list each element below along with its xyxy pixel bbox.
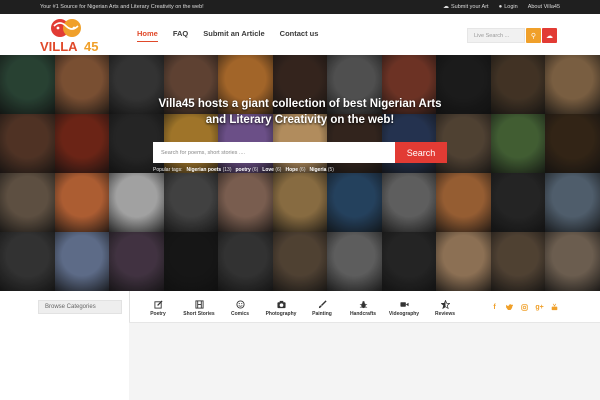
user-icon: ● bbox=[498, 3, 503, 10]
tag-link[interactable]: Hope (6) bbox=[285, 167, 305, 173]
facebook-icon[interactable]: f bbox=[491, 303, 498, 311]
tagline: Your #1 Source for Nigerian Arts and Lit… bbox=[40, 4, 204, 10]
social-links: f g+ bbox=[491, 303, 558, 311]
paintbrush-icon bbox=[316, 299, 328, 309]
pencil-square-icon bbox=[152, 299, 164, 309]
category-photography[interactable]: Photography bbox=[261, 299, 301, 317]
tag-link[interactable]: Love (6) bbox=[262, 167, 281, 173]
category-videography[interactable]: Videography bbox=[384, 299, 424, 317]
nav-submit-article[interactable]: Submit an Article bbox=[203, 29, 264, 42]
category-reviews[interactable]: Reviews bbox=[425, 299, 465, 317]
header-upload-button[interactable]: ☁ bbox=[542, 28, 557, 43]
category-painting[interactable]: Painting bbox=[302, 299, 342, 317]
svg-text:45: 45 bbox=[84, 39, 98, 54]
nav-contact[interactable]: Contact us bbox=[280, 29, 319, 42]
submit-art-link[interactable]: ☁ Submit your Art bbox=[442, 3, 489, 11]
youtube-icon[interactable] bbox=[551, 303, 558, 311]
hero-search-button[interactable]: Search bbox=[395, 142, 447, 163]
categories-section: Browse Categories Poetry Short Stories C… bbox=[0, 291, 600, 400]
cloud-upload-icon: ☁ bbox=[442, 4, 449, 10]
about-link[interactable]: About Villa45 bbox=[528, 3, 560, 10]
hero-banner: Villa45 hosts a giant collection of best… bbox=[0, 55, 600, 291]
category-handcrafts[interactable]: Handcrafts bbox=[343, 299, 383, 317]
login-link[interactable]: ● Login bbox=[499, 3, 518, 10]
nav-faq[interactable]: FAQ bbox=[173, 29, 188, 42]
google-plus-icon[interactable]: g+ bbox=[535, 303, 543, 311]
tag-link[interactable]: Nigeria (5) bbox=[310, 167, 334, 173]
twitter-icon[interactable] bbox=[506, 303, 513, 311]
tag-link[interactable]: poetry (6) bbox=[236, 167, 259, 173]
hero-title: Villa45 hosts a giant collection of best… bbox=[158, 98, 442, 126]
film-icon bbox=[193, 299, 205, 309]
search-icon: ⚲ bbox=[530, 32, 537, 40]
category-comics[interactable]: Comics bbox=[220, 299, 260, 317]
content-area bbox=[129, 323, 600, 400]
live-search-input[interactable]: Live Search ... bbox=[467, 28, 525, 43]
camera-icon bbox=[275, 299, 287, 309]
smiley-icon bbox=[234, 299, 246, 309]
cloud-upload-icon: ☁ bbox=[546, 32, 553, 40]
tag-link[interactable]: Nigerian poets (13) bbox=[186, 167, 231, 173]
header-search-button[interactable]: ⚲ bbox=[526, 28, 541, 43]
bug-icon bbox=[357, 299, 369, 309]
top-links: ☁ Submit your Art ● Login About Villa45 bbox=[442, 3, 560, 11]
category-short-stories[interactable]: Short Stories bbox=[179, 299, 219, 317]
video-camera-icon bbox=[398, 299, 410, 309]
popular-tags: Popular tags: Nigerian poets (13) poetry… bbox=[153, 167, 334, 173]
instagram-icon[interactable] bbox=[521, 303, 528, 311]
svg-text:VILLA: VILLA bbox=[40, 39, 78, 54]
popular-tags-label: Popular tags: bbox=[153, 167, 183, 173]
nav-home[interactable]: Home bbox=[137, 29, 158, 42]
star-half-icon bbox=[439, 299, 451, 309]
category-poetry[interactable]: Poetry bbox=[138, 299, 178, 317]
browse-categories-button[interactable]: Browse Categories bbox=[38, 300, 122, 314]
hero-search-input[interactable]: Search for poems, short stories .... bbox=[153, 142, 395, 163]
site-logo[interactable]: VILLA 45 bbox=[38, 16, 110, 54]
category-bar: Poetry Short Stories Comics Photography … bbox=[138, 299, 466, 317]
header: VILLA 45 Home FAQ Submit an Article Cont… bbox=[0, 14, 600, 55]
top-bar: Your #1 Source for Nigerian Arts and Lit… bbox=[0, 0, 600, 14]
main-nav: Home FAQ Submit an Article Contact us bbox=[137, 29, 333, 42]
